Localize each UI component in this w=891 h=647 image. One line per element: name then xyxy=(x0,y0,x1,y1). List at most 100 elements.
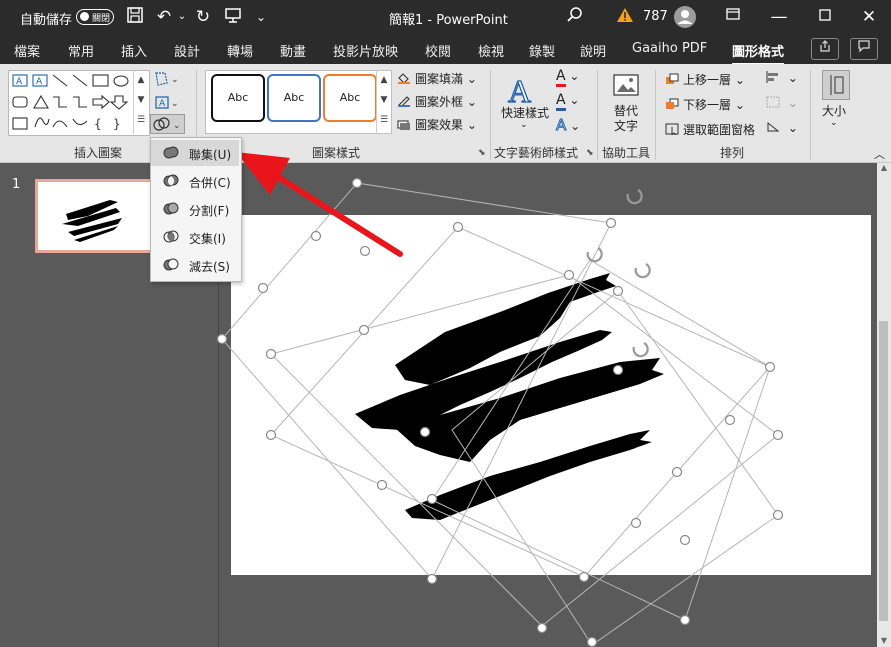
style-sample-1[interactable]: Abc xyxy=(211,74,265,122)
text-fill-button[interactable]: A ⌄ xyxy=(556,68,579,87)
text-box-icon[interactable]: A ⌄ xyxy=(153,94,181,112)
merge-shapes-button[interactable]: ⌄ xyxy=(150,114,185,134)
menu-item-intersect[interactable]: 交集(I) xyxy=(151,224,239,250)
shape-fill-button[interactable]: 圖案填滿 ⌄ xyxy=(397,70,477,87)
scroll-thumb[interactable] xyxy=(879,321,888,621)
size-icon[interactable] xyxy=(822,70,850,100)
share-button[interactable] xyxy=(811,38,839,60)
send-backward-button[interactable]: 下移一層 ⌄ xyxy=(665,96,745,113)
comments-button[interactable] xyxy=(850,38,878,60)
svg-text:⌄: ⌄ xyxy=(171,99,179,109)
collapse-ribbon-icon[interactable]: ︿ xyxy=(874,146,885,162)
tab-shape-format[interactable]: 圖形格式 xyxy=(732,41,785,66)
shapes-gallery[interactable]: A A {} xyxy=(8,70,150,136)
quick-styles-icon[interactable]: A xyxy=(505,72,541,109)
shape-effects-button[interactable]: 圖案效果 ⌄ xyxy=(397,116,477,133)
styles-scroll[interactable]: ▲ ▼ ☰ xyxy=(376,70,391,134)
tab-slideshow[interactable]: 投影片放映 xyxy=(333,41,398,60)
save-icon[interactable] xyxy=(124,6,146,28)
tab-view[interactable]: 檢視 xyxy=(478,41,504,60)
title-bar: 自動儲存 關閉 ↶ ⌄ ↻ ⌄ 簡報1 - PowerPoint 787 — ✕ xyxy=(0,0,891,34)
menu-item-fragment[interactable]: 分割(F) xyxy=(151,196,239,222)
text-fill-a: A xyxy=(556,68,566,87)
autosave-toggle[interactable]: 關閉 xyxy=(76,9,114,25)
undo-dropdown-icon[interactable]: ⌄ xyxy=(171,6,193,28)
union-icon xyxy=(163,146,179,159)
bring-forward-button[interactable]: 上移一層 ⌄ xyxy=(665,71,745,88)
menu-label-fragment: 分割(F) xyxy=(189,204,230,218)
wordart-launcher-icon[interactable]: ⬊ xyxy=(586,148,594,158)
alt-text-label[interactable]: 替代文字 xyxy=(614,104,638,134)
group-label-wordart-styles: 文字藝術師樣式 xyxy=(494,146,579,160)
menu-label-intersect: 交集(I) xyxy=(189,232,226,246)
rotate-icon[interactable]: ⌄ xyxy=(766,121,798,135)
tab-transitions[interactable]: 轉場 xyxy=(227,41,253,60)
selection-pane-label: 選取範圍窗格 xyxy=(683,123,756,137)
menu-label-combine: 合併(C) xyxy=(189,176,231,190)
shape-effects-label: 圖案效果 xyxy=(415,118,464,132)
tab-help[interactable]: 說明 xyxy=(580,41,606,60)
close-icon[interactable]: ✕ xyxy=(858,6,880,28)
group-label-shape-styles: 圖案樣式 xyxy=(312,146,361,160)
scroll-down-icon[interactable]: ▼ xyxy=(877,636,891,645)
scroll-up-icon[interactable]: ▲ xyxy=(877,163,891,172)
menu-label-subtract: 減去(S) xyxy=(189,260,230,274)
send-backward-label: 下移一層 xyxy=(683,98,732,112)
svg-text:A: A xyxy=(508,73,531,108)
size-dropdown-icon[interactable]: ⌄ xyxy=(830,118,838,128)
ribbon-display-icon[interactable] xyxy=(722,6,744,28)
align-icon[interactable]: ⌄ xyxy=(766,71,798,85)
selection-pane-button[interactable]: 選取範圍窗格 xyxy=(665,121,755,138)
quick-styles-dropdown-icon[interactable]: ⌄ xyxy=(520,120,528,130)
quick-styles-label[interactable]: 快速樣式 xyxy=(501,104,549,121)
warning-count: 787 xyxy=(643,9,668,24)
subtract-icon xyxy=(163,258,179,271)
shape-styles-launcher-icon[interactable]: ⬊ xyxy=(478,148,486,158)
group-objects-icon[interactable]: ⌄ xyxy=(766,96,798,110)
slide-thumbnail[interactable] xyxy=(35,179,155,253)
shape-outline-button[interactable]: 圖案外框 ⌄ xyxy=(397,93,477,110)
tab-home[interactable]: 常用 xyxy=(68,41,94,60)
text-outline-a: A xyxy=(556,92,566,111)
text-effects-button[interactable]: A ⌄ xyxy=(555,116,580,135)
size-label[interactable]: 大小 xyxy=(822,102,846,119)
slide-canvas[interactable] xyxy=(231,215,871,575)
vertical-scrollbar[interactable]: ▲ ▼ xyxy=(877,163,891,647)
maximize-icon[interactable] xyxy=(814,6,836,28)
shapes-scroll[interactable]: ▲ ▼ ☰ xyxy=(133,70,148,134)
presentation-icon[interactable] xyxy=(222,6,244,28)
merge-shapes-menu: 聯集(U) 合併(C) 分割(F) 交集(I) 減去(S) xyxy=(150,137,242,282)
tab-design[interactable]: 設計 xyxy=(174,41,200,60)
group-label-accessibility: 協助工具 xyxy=(602,146,651,160)
bring-forward-label: 上移一層 xyxy=(683,73,732,87)
tab-record[interactable]: 錄製 xyxy=(529,41,555,60)
document-title: 簡報1 - PowerPoint xyxy=(389,13,508,28)
style-sample-3[interactable]: Abc xyxy=(323,74,377,122)
tab-insert[interactable]: 插入 xyxy=(121,41,147,60)
style-sample-2[interactable]: Abc xyxy=(267,74,321,122)
shape-fill-label: 圖案填滿 xyxy=(415,72,464,86)
tab-file[interactable]: 檔案 xyxy=(14,41,40,60)
tab-gaaiho-pdf[interactable]: Gaaiho PDF xyxy=(632,41,707,56)
menu-item-subtract[interactable]: 減去(S) xyxy=(151,252,239,278)
account-avatar-icon[interactable] xyxy=(674,6,696,28)
menu-item-union[interactable]: 聯集(U) xyxy=(151,140,239,166)
redo-icon[interactable]: ↻ xyxy=(192,6,214,28)
tab-review[interactable]: 校閱 xyxy=(425,41,451,60)
menu-item-combine[interactable]: 合併(C) xyxy=(151,168,239,194)
customize-toolbar-icon[interactable]: ⌄ xyxy=(250,6,272,28)
svg-text:{: { xyxy=(94,117,102,131)
svg-text:A: A xyxy=(159,99,166,109)
warning-icon[interactable] xyxy=(614,6,636,28)
text-outline-button[interactable]: A ⌄ xyxy=(556,92,579,111)
combine-icon xyxy=(163,174,179,187)
tab-animations[interactable]: 動畫 xyxy=(280,41,306,60)
minimize-icon[interactable]: — xyxy=(768,6,790,28)
autosave-label: 自動儲存 xyxy=(20,13,73,28)
search-icon[interactable] xyxy=(564,6,586,28)
shape-outline-label: 圖案外框 xyxy=(415,95,464,109)
intersect-icon xyxy=(163,230,179,243)
alt-text-icon[interactable] xyxy=(612,72,640,100)
menu-label-union: 聯集(U) xyxy=(189,148,232,162)
edit-shape-icon[interactable]: ⌄ xyxy=(153,70,181,88)
